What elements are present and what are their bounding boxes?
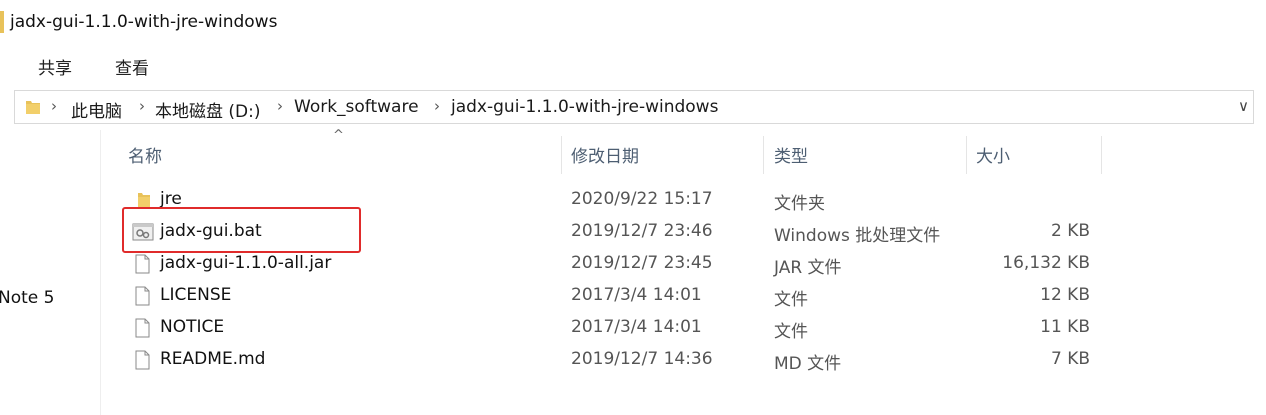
title-bar: jadx-gui-1.1.0-with-jre-windows <box>0 0 1266 44</box>
file-date: 2020/9/22 15:17 <box>571 189 713 209</box>
file-row[interactable]: README.md 2019/12/7 14:36 MD 文件 7 KB <box>120 344 1100 376</box>
file-type: 文件夹 <box>774 194 825 214</box>
breadcrumb-current-folder[interactable]: jadx-gui-1.1.0-with-jre-windows <box>451 97 718 117</box>
file-size: 2 KB <box>1050 221 1090 241</box>
column-header-size[interactable]: 大小 <box>976 142 1010 174</box>
breadcrumb-work-software[interactable]: Work_software <box>294 97 419 117</box>
column-divider[interactable] <box>1101 136 1102 174</box>
folder-icon <box>25 98 41 120</box>
file-type: 文件 <box>774 322 808 342</box>
column-header-type[interactable]: 类型 <box>774 142 808 174</box>
file-type: JAR 文件 <box>774 258 842 278</box>
column-divider[interactable] <box>763 136 764 174</box>
file-name: jadx-gui.bat <box>160 221 262 241</box>
file-name: jadx-gui-1.1.0-all.jar <box>160 253 332 273</box>
file-size: 11 KB <box>1040 317 1090 337</box>
nav-item-note5[interactable]: Note 5 <box>0 288 54 308</box>
file-icon <box>132 253 152 275</box>
sort-ascending-icon: ^ <box>333 128 344 143</box>
column-divider[interactable] <box>561 136 562 174</box>
file-date: 2019/12/7 14:36 <box>571 349 713 369</box>
file-row[interactable]: LICENSE 2017/3/4 14:01 文件 12 KB <box>120 280 1100 312</box>
column-header-date[interactable]: 修改日期 <box>571 142 639 174</box>
breadcrumb-local-disk[interactable]: 本地磁盘 (D:) <box>155 97 261 122</box>
tab-share[interactable]: 共享 <box>38 54 72 79</box>
file-name: README.md <box>160 349 266 369</box>
file-type: Windows 批处理文件 <box>774 226 941 246</box>
chevron-right-icon: › <box>51 97 57 115</box>
column-divider[interactable] <box>966 136 967 174</box>
window-title: jadx-gui-1.1.0-with-jre-windows <box>10 12 278 32</box>
file-icon <box>132 285 152 307</box>
chevron-right-icon[interactable]: › <box>434 97 440 115</box>
batch-file-icon <box>132 221 154 243</box>
file-row[interactable]: jadx-gui-1.1.0-all.jar 2019/12/7 23:45 J… <box>120 248 1100 280</box>
ribbon: 共享 查看 <box>0 44 1266 84</box>
chevron-right-icon[interactable]: › <box>277 97 283 115</box>
column-header-name[interactable]: 名称 <box>128 142 162 174</box>
tab-view[interactable]: 查看 <box>115 54 149 79</box>
file-row[interactable]: jre 2020/9/22 15:17 文件夹 <box>120 184 1100 216</box>
file-date: 2017/3/4 14:01 <box>571 285 702 305</box>
file-type: MD 文件 <box>774 354 842 374</box>
file-name: LICENSE <box>160 285 232 305</box>
file-icon <box>132 349 152 371</box>
file-row[interactable]: jadx-gui.bat 2019/12/7 23:46 Windows 批处理… <box>120 216 1100 248</box>
folder-icon <box>0 11 4 33</box>
folder-icon <box>132 189 152 211</box>
address-bar[interactable]: › 此电脑 › 本地磁盘 (D:) › Work_software › jadx… <box>14 90 1254 124</box>
file-name: NOTICE <box>160 317 225 337</box>
file-row[interactable]: NOTICE 2017/3/4 14:01 文件 11 KB <box>120 312 1100 344</box>
file-date: 2019/12/7 23:45 <box>571 253 713 273</box>
file-type: 文件 <box>774 290 808 310</box>
chevron-down-icon[interactable]: ∨ <box>1238 97 1249 115</box>
file-size: 12 KB <box>1040 285 1090 305</box>
file-date: 2017/3/4 14:01 <box>571 317 702 337</box>
breadcrumb-this-pc[interactable]: 此电脑 <box>71 97 122 122</box>
navigation-pane: Note 5 <box>0 130 101 415</box>
file-icon <box>132 317 152 339</box>
file-date: 2019/12/7 23:46 <box>571 221 713 241</box>
file-size: 7 KB <box>1050 349 1090 369</box>
file-name: jre <box>160 189 182 209</box>
chevron-right-icon[interactable]: › <box>139 97 145 115</box>
file-size: 16,132 KB <box>1002 253 1090 273</box>
